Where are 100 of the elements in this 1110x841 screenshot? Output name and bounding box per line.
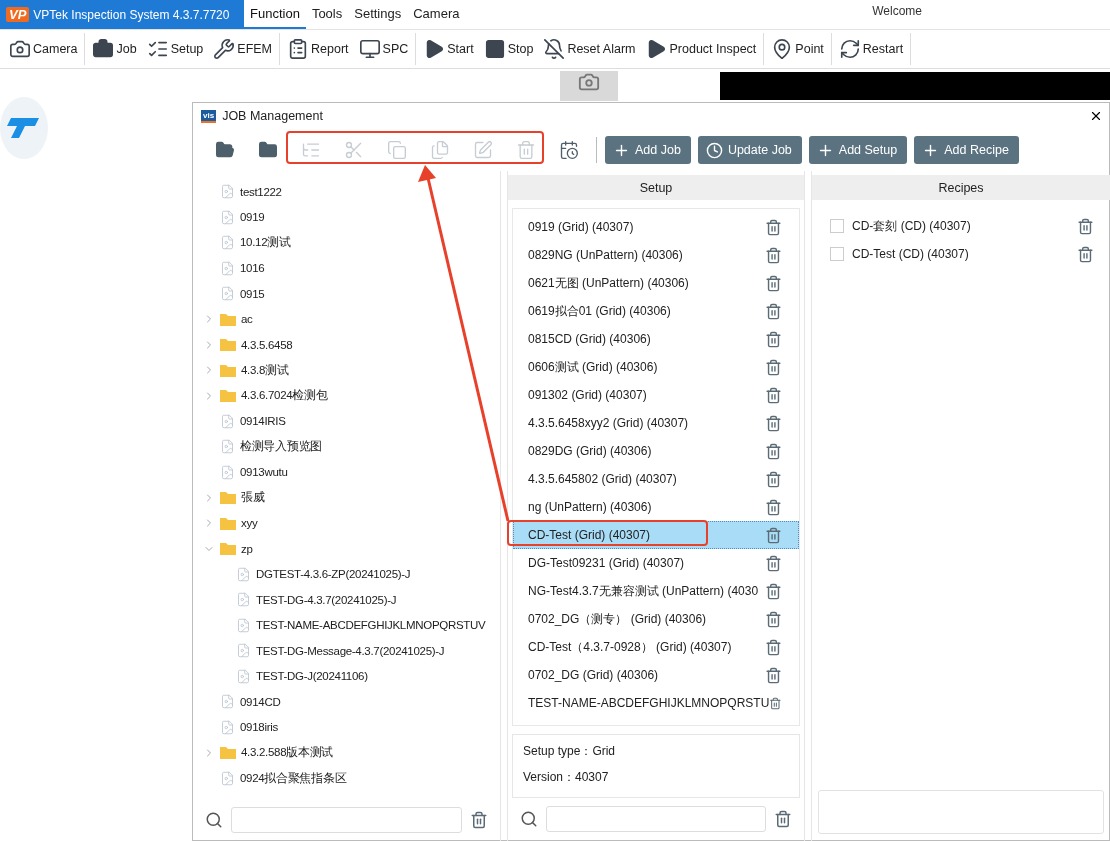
tree-item[interactable]: 0913wutu: [240, 466, 288, 479]
setup-row[interactable]: 0606测试 (Grid) (40306): [513, 353, 799, 381]
tree-item[interactable]: 4.3.5.6458: [241, 338, 293, 351]
toolbar-button[interactable]: Product Inspect: [642, 33, 765, 65]
delete-icon[interactable]: [765, 470, 782, 488]
tree-item[interactable]: 4.3.6.7024检测包: [241, 388, 328, 404]
delete-icon[interactable]: [765, 218, 782, 236]
setup-row[interactable]: 0702_DG (Grid) (40306): [513, 661, 799, 689]
delete-icon[interactable]: [765, 638, 782, 656]
toolbar-button[interactable]: Start: [420, 33, 481, 65]
delete-icon[interactable]: [765, 274, 782, 292]
setup-row[interactable]: 091302 (Grid) (40307): [513, 381, 799, 409]
tree-item[interactable]: TEST-DG-4.3.7(20241025)-J: [256, 593, 397, 606]
tree-item[interactable]: 0918iris: [240, 721, 278, 734]
toolbar-button[interactable]: Camera: [6, 33, 86, 65]
tree-item[interactable]: 10.12测试: [240, 235, 291, 251]
setup-row[interactable]: CD-Test (Grid) (40307): [513, 521, 799, 549]
delete-icon[interactable]: [765, 442, 782, 460]
setup-name: DG-Test09231 (Grid) (40307): [528, 556, 686, 570]
delete-icon[interactable]: [765, 582, 782, 600]
file-icon: [220, 413, 235, 429]
tree-item[interactable]: zp: [241, 542, 253, 555]
rename-icon: [472, 140, 493, 160]
toolbar-button[interactable]: Job: [89, 33, 144, 65]
toolbar-button[interactable]: Point: [768, 33, 832, 65]
file-icon: [220, 719, 235, 735]
delete-icon[interactable]: [765, 386, 782, 404]
tree-item[interactable]: xyy: [241, 517, 258, 530]
file-icon: [220, 464, 235, 480]
setup-row[interactable]: 4.3.5.645802 (Grid) (40307): [513, 465, 799, 493]
setup-row[interactable]: 0702_DG（测专） (Grid) (40306): [513, 605, 799, 633]
setup-name: 0829NG (UnPattern) (40306): [528, 248, 684, 262]
delete-icon[interactable]: [1077, 217, 1094, 235]
delete-icon[interactable]: [765, 498, 782, 516]
tree-item[interactable]: TEST-DG-Message-4.3.7(20241025)-J: [256, 644, 445, 657]
recipe-field[interactable]: [818, 790, 1104, 834]
setup-name: 0619拟合01 (Grid) (40306): [528, 302, 672, 320]
folder-icon: [220, 542, 236, 556]
toolbar-button[interactable]: Report: [284, 33, 356, 65]
action-button[interactable]: Add Recipe: [914, 136, 1019, 164]
setup-row[interactable]: TEST-NAME-ABCDEFGHIJKLMNOPQRSTU: [513, 689, 799, 717]
delete-icon[interactable]: [765, 554, 782, 572]
setup-name: TEST-NAME-ABCDEFGHIJKLMNOPQRSTU: [528, 696, 770, 710]
setup-name: 0621无图 (UnPattern) (40306): [528, 274, 690, 292]
tree-item[interactable]: 1016: [240, 262, 265, 275]
delete-icon[interactable]: [765, 666, 782, 684]
toolbar-button[interactable]: SPC: [355, 33, 417, 65]
folder-icon: [220, 491, 236, 505]
setup-row[interactable]: DG-Test09231 (Grid) (40307): [513, 549, 799, 577]
setup-row[interactable]: 4.3.5.6458xyy2 (Grid) (40307): [513, 409, 799, 437]
folder-icon: [220, 363, 236, 377]
delete-icon[interactable]: [765, 302, 782, 320]
toolbar-button[interactable]: Restart: [835, 33, 912, 65]
delete-icon[interactable]: [765, 246, 782, 264]
tree-item[interactable]: 0919: [240, 211, 265, 224]
setup-row[interactable]: 0815CD (Grid) (40306): [513, 325, 799, 353]
tree-item[interactable]: 4.3.8测试: [241, 362, 289, 378]
setup-row[interactable]: ng (UnPattern) (40306): [513, 493, 799, 521]
toolbar-button[interactable]: Stop: [480, 33, 541, 65]
setup-name: 0702_DG (Grid) (40306): [528, 668, 660, 682]
action-button[interactable]: Update Job: [697, 136, 802, 164]
setup-row[interactable]: NG-Test4.3.7无兼容测试 (UnPattern) (4030: [513, 577, 799, 605]
setup-row[interactable]: 0621无图 (UnPattern) (40306): [513, 269, 799, 297]
checkbox[interactable]: [830, 247, 844, 261]
setup-row[interactable]: CD-Test（4.3.7-0928） (Grid) (40307): [513, 633, 799, 661]
setup-row[interactable]: 0829NG (UnPattern) (40306): [513, 241, 799, 269]
tree-item[interactable]: TEST-NAME-ABCDEFGHIJKLMNOPQRSTUV: [256, 619, 486, 632]
action-button[interactable]: Add Job: [605, 136, 691, 164]
file-icon: [236, 566, 251, 582]
tree-item[interactable]: TEST-DG-J(20241106): [256, 670, 368, 683]
checkbox[interactable]: [830, 219, 844, 233]
delete-icon[interactable]: [765, 330, 782, 348]
toolbar-button[interactable]: Setup: [143, 33, 211, 65]
tree-item[interactable]: test1222: [240, 185, 282, 198]
setup-search-field[interactable]: [546, 806, 766, 832]
monitor-icon: [358, 38, 381, 60]
tree-item[interactable]: 0915: [240, 287, 265, 300]
delete-icon[interactable]: [765, 610, 782, 628]
delete-icon[interactable]: [470, 811, 488, 829]
delete-icon[interactable]: [774, 810, 792, 828]
tree-item[interactable]: 0924拟合聚焦指条区: [240, 770, 347, 786]
job-search-field[interactable]: [231, 807, 462, 833]
action-button[interactable]: Add Setup: [808, 136, 908, 164]
toolbar-button[interactable]: EFEM: [210, 33, 281, 65]
setup-row[interactable]: 0919 (Grid) (40307): [513, 213, 799, 241]
delete-icon[interactable]: [765, 358, 782, 376]
tree-item[interactable]: DGTEST-4.3.6-ZP(20241025)-J: [256, 568, 411, 581]
delete-icon[interactable]: [1077, 245, 1094, 263]
tree-item[interactable]: 4.3.2.588版本测试: [241, 745, 334, 761]
toolbar-button[interactable]: Reset Alarm: [540, 33, 643, 65]
tree-item[interactable]: 检测导入预览图: [240, 439, 322, 455]
delete-icon[interactable]: [765, 526, 782, 544]
tree-item[interactable]: 張威: [241, 490, 265, 506]
tree-item[interactable]: 0914CD: [240, 695, 281, 708]
delete-icon[interactable]: [765, 414, 782, 432]
setup-row[interactable]: 0619拟合01 (Grid) (40306): [513, 297, 799, 325]
app-logo-icon: [0, 97, 48, 159]
tree-item[interactable]: ac: [241, 313, 253, 326]
setup-row[interactable]: 0829DG (Grid) (40306): [513, 437, 799, 465]
tree-item[interactable]: 0914IRIS: [240, 415, 286, 428]
